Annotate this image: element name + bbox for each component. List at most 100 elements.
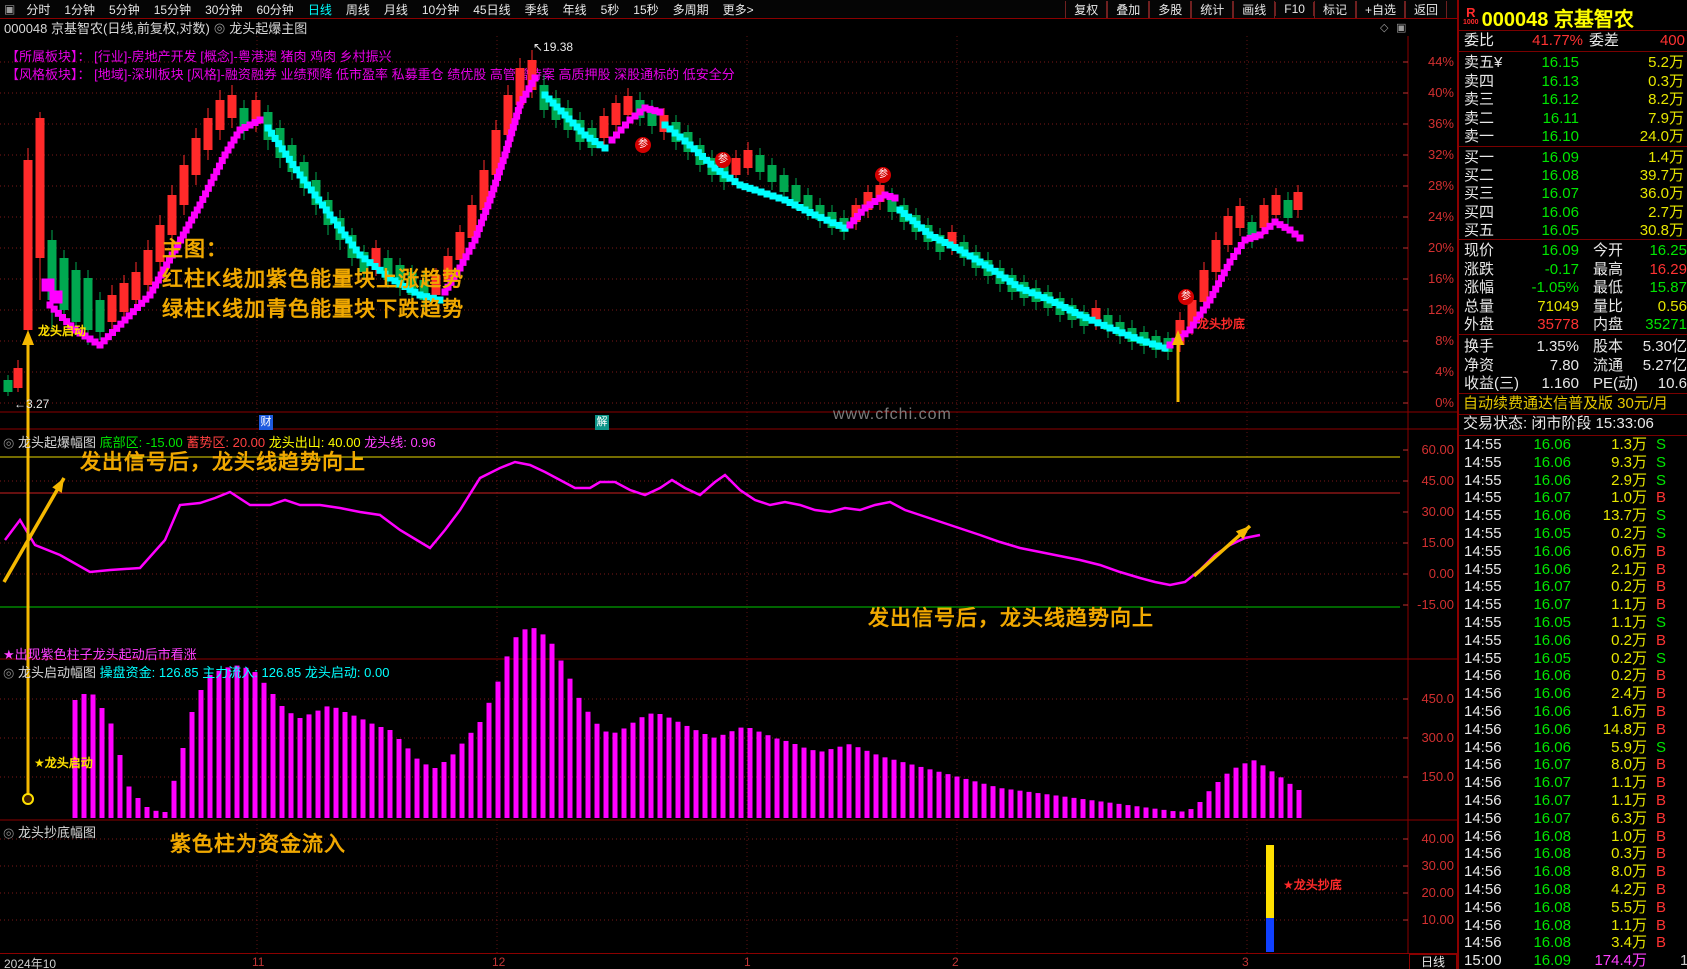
tick-row: 14:5616.076.3万B3 [1464,809,1666,827]
x-axis-label: 3 [1242,955,1249,969]
weibi-value: 41.77% [1532,32,1583,49]
tick-row: 14:5616.071.1万B2 [1464,791,1666,809]
tick-row: 14:5516.051.1万S2 [1464,613,1666,631]
pane3-scale-label: 150.0 [1421,769,1454,784]
pane2-annotation-right: 发出信号后，龙头线趋势向上 [868,607,1154,630]
main-scale-label: 16% [1427,271,1454,286]
trade-status: 交易状态: 闭市阶段 15:33:06 [1463,415,1654,432]
main-scale-label: 44% [1427,54,1454,69]
pane3-scale-label: 300.0 [1421,730,1454,745]
pane2-collapse-icon[interactable]: ◎ [3,435,18,450]
promo-banner[interactable]: 自动续费通达信普及版 30元/月 [1459,393,1687,415]
main-scale-label: 4% [1435,364,1454,379]
pane2-scale-label: 0.00 [1428,566,1454,581]
event-marker-icon-解[interactable]: 解 [595,415,609,430]
tick-row: 14:5616.083.4万B2 [1464,934,1666,952]
main-scale-label: 20% [1427,240,1454,255]
tick-row: 14:5616.078.0万B10 [1464,756,1666,774]
can-badge-icon[interactable]: 参 [875,167,891,183]
period-box[interactable]: 日线 [1409,954,1457,969]
quote-stat-row: 总量 71049 量比 0.56 [1464,297,1687,315]
signal-label-longtou-chaodi: 龙头抄底 [1197,317,1246,331]
x-axis-label: 12 [492,955,506,969]
pane4-collapse-icon[interactable]: ◎ [3,825,18,840]
tick-list[interactable]: 14:5516.061.3万S114:5516.069.3万S214:5516.… [1459,435,1687,969]
can-badge-icon[interactable]: 参 [635,137,651,153]
main-scale-label: 32% [1427,147,1454,162]
tick-row: 14:5516.062.9万S2 [1464,471,1666,489]
main-annotation-line2: 红柱K线加紫色能量块上涨趋势 [162,268,465,291]
tick-row: 14:5616.081.0万B2 [1464,827,1666,845]
ask-level-row[interactable]: 卖四 16.13 0.3万 [1459,72,1687,91]
pane2-scale-label: 15.00 [1421,535,1454,550]
tick-row: 14:5516.0613.7万S13 [1464,507,1666,525]
weicha-value: 400 [1659,32,1685,49]
quote-stat-row: 外盘 35778 内盘 35271 [1464,316,1687,334]
pane4-scale-label: 30.00 [1421,858,1454,873]
x-axis: 日线 2024年10 11 12 1 2 3 [0,953,1457,969]
ask-level-row[interactable]: 卖五¥ 16.15 5.2万 [1459,53,1687,72]
low-price-marker: ←3.27 [14,397,50,411]
quote-stat-row: 现价 16.09 今开 16.25 [1464,242,1687,259]
tick-row: 14:5616.088.0万B6 [1464,863,1666,881]
main-scale-label: 28% [1427,178,1454,193]
tick-row: 14:5516.069.3万S2 [1464,453,1666,471]
quote-panel: R 1000 000048 京基智农 委比 41.77% 委差 400 卖五¥ 16… [1457,0,1687,969]
margin-r-badge: R 1000 [1463,4,1479,26]
pane2-annotation-left: 发出信号后，龙头线趋势向上 [80,451,366,474]
pane4-header: ◎ 龙头抄底幅图 [3,822,96,841]
tick-row: 14:5616.060.2万B1 [1464,667,1666,685]
tick-row: 15:0016.09174.4万123 [1464,952,1687,969]
watermark: www.cfchi.com [833,406,952,423]
event-marker-icon-财[interactable]: 财 [259,415,273,430]
financial-stat-row: 换手 1.35% 股本 5.30亿 [1464,338,1687,355]
tick-row: 14:5516.071.0万B3 [1464,489,1666,507]
financial-stat-row: 净资 7.80 流通 5.27亿 [1464,356,1687,374]
bid-level-row[interactable]: 买一 16.09 1.4万 [1459,148,1687,167]
pane3-scale-label: 450.0 [1421,691,1454,706]
tick-row: 14:5516.060.6万B2 [1464,542,1666,560]
tdx-app: ▣ 分时 1分钟 5分钟 15分钟 30分钟 60分钟 日线 周线 月线 10分钟 45日线 季线 年线… [0,0,1687,969]
pane4-scale-label: 10.00 [1421,912,1454,927]
tick-row: 14:5616.062.4万B15 [1464,685,1666,703]
tick-row: 14:5516.050.2万S1 [1464,649,1666,667]
main-scale-label: 0% [1435,395,1454,410]
ask-level-row[interactable]: 卖一 16.10 24.0万 [1459,127,1687,146]
pane3-note: ★出现紫色柱子龙头起动后市看涨 [3,647,197,662]
quote-stat-row: 涨跌 -0.17 最高 16.29 [1464,260,1687,278]
main-annotation-line1: 主图： [162,238,228,261]
tick-row: 14:5516.062.1万B8 [1464,560,1666,578]
weibi-row: 委比 41.77% 委差 400 [1464,32,1685,49]
bid-level-row[interactable]: 买五 16.05 30.8万 [1459,221,1687,240]
chart-canvas[interactable] [0,0,1457,953]
tick-row: 14:5616.061.6万B4 [1464,702,1666,720]
pane4-scale-label: 20.00 [1421,885,1454,900]
tick-row: 14:5616.084.2万B3 [1464,880,1666,898]
ask-level-row[interactable]: 卖三 16.12 8.2万 [1459,90,1687,109]
ask-level-row[interactable]: 卖二 16.11 7.9万 [1459,109,1687,128]
tick-row: 14:5616.085.5万B4 [1464,898,1666,916]
pane4-note: 紫色柱为资金流入 [170,833,346,856]
pane3-title[interactable]: 龙头启动幅图 [18,665,96,680]
quote-stat-row: 涨幅 -1.05% 最低 15.87 [1464,279,1687,297]
bid-level-row[interactable]: 买三 16.07 36.0万 [1459,184,1687,203]
main-scale-label: 12% [1427,302,1454,317]
pane4-title[interactable]: 龙头抄底幅图 [18,825,96,840]
bid-level-row[interactable]: 买二 16.08 39.7万 [1459,166,1687,185]
main-scale-label: 8% [1435,333,1454,348]
main-annotation-line3: 绿柱K线加青色能量块下跌趋势 [162,298,465,321]
pane3-header: ◎ 龙头启动幅图 操盘资金: 126.85 主力流入: 126.85 龙头启动:… [3,665,390,680]
tick-row: 14:5616.080.3万B1 [1464,845,1666,863]
tick-row: 14:5616.071.1万B5 [1464,774,1666,792]
pane3-collapse-icon[interactable]: ◎ [3,665,18,680]
pane4-scale-label: 40.00 [1421,831,1454,846]
financial-stat-row: 收益(三) 1.160 PE(动) 10.6 [1464,375,1687,393]
stock-code-name: 000048 京基智农 [1481,9,1634,31]
can-badge-icon[interactable]: 参 [1178,289,1194,305]
can-badge-icon[interactable]: 参 [715,152,731,168]
tick-row: 14:5516.061.3万S1 [1464,436,1666,453]
tick-row: 14:5616.065.9万S17 [1464,738,1666,756]
bid-level-row[interactable]: 买四 16.06 2.7万 [1459,203,1687,222]
pane2-scale-label: 60.00 [1421,442,1454,457]
pane4-signal-label: ★龙头抄底 [1283,878,1342,892]
